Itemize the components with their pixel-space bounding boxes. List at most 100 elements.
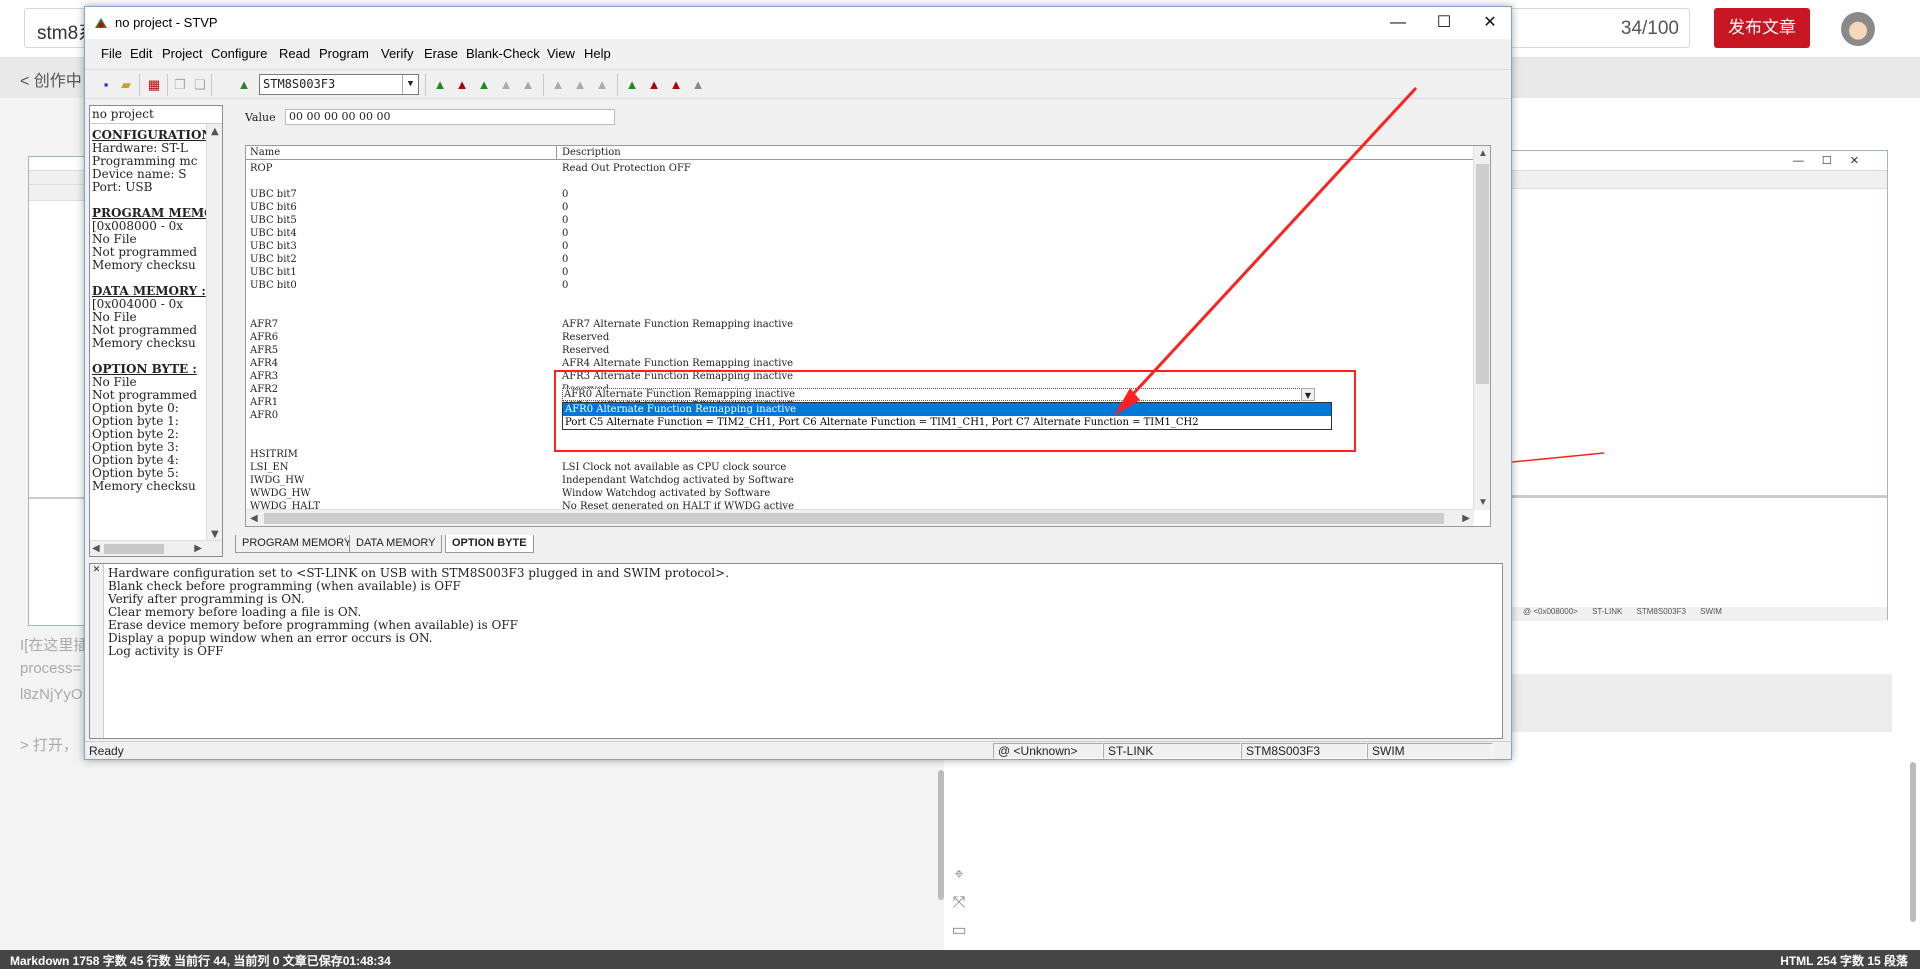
verify-all-icon[interactable]: ▲ bbox=[623, 76, 641, 94]
editor-status-left: Markdown 1758 字数 45 行数 当前行 44, 当前列 0 文章已… bbox=[10, 954, 391, 968]
grid-row[interactable] bbox=[246, 435, 1474, 448]
grid-row[interactable]: UBC bit0 0 bbox=[246, 279, 1474, 292]
grid-cell-description: AFR7 Alternate Function Remapping inacti… bbox=[562, 319, 794, 330]
grid-row[interactable]: AFR6 Reserved bbox=[246, 331, 1474, 344]
menu-erase[interactable]: Erase bbox=[424, 46, 458, 61]
grid-cell-name: UBC bit3 bbox=[250, 241, 297, 252]
copy-icon[interactable]: ❐ bbox=[171, 76, 189, 94]
menu-configure[interactable]: Configure bbox=[211, 46, 267, 61]
value-field[interactable]: 00 00 00 00 00 00 bbox=[285, 109, 615, 125]
scroll-left-icon[interactable]: ◀ bbox=[250, 513, 258, 524]
grid-row[interactable]: UBC bit1 0 bbox=[246, 266, 1474, 279]
menu-project[interactable]: Project bbox=[162, 46, 202, 61]
dropdown-option-inactive[interactable]: AFR0 Alternate Function Remapping inacti… bbox=[563, 403, 1331, 416]
expand-icon[interactable]: ⤧ bbox=[950, 894, 968, 912]
grid-row[interactable]: AFR5 Reserved bbox=[246, 344, 1474, 357]
grid-row[interactable]: UBC bit4 0 bbox=[246, 227, 1474, 240]
scroll-thumb[interactable] bbox=[1476, 164, 1489, 384]
verify-icon[interactable]: ▲ bbox=[667, 76, 685, 94]
column-header-name[interactable]: Name bbox=[250, 147, 280, 158]
menu-verify[interactable]: Verify bbox=[381, 46, 414, 61]
minimize-button[interactable]: — bbox=[1375, 7, 1421, 39]
scroll-thumb[interactable] bbox=[104, 544, 164, 554]
panel-icon[interactable]: ▭ bbox=[950, 922, 968, 940]
scroll-up-icon[interactable]: ▲ bbox=[1478, 148, 1488, 159]
tab-program-memory[interactable]: PROGRAM MEMORY bbox=[235, 535, 359, 553]
close-button[interactable]: ✕ bbox=[1467, 7, 1513, 39]
menu-read[interactable]: Read bbox=[279, 46, 310, 61]
erase-icon[interactable]: ▲ bbox=[689, 76, 707, 94]
open-icon[interactable]: ▰ bbox=[117, 76, 135, 94]
menu-blank-check[interactable]: Blank-Check bbox=[466, 46, 540, 61]
grid-vertical-scrollbar[interactable]: ▲ ▼ bbox=[1473, 146, 1490, 510]
window-titlebar[interactable]: no project - STVP — ☐ ✕ bbox=[85, 7, 1511, 39]
scroll-down-icon[interactable]: ▼ bbox=[211, 529, 219, 540]
grid-row[interactable]: IWDG_HW Independant Watchdog activated by… bbox=[246, 474, 1474, 487]
menu-view[interactable]: View bbox=[547, 46, 575, 61]
menu-file[interactable]: File bbox=[101, 46, 122, 61]
grid-row[interactable]: ROP Read Out Protection OFF bbox=[246, 162, 1474, 175]
grid-row[interactable] bbox=[246, 292, 1474, 305]
close-icon[interactable]: ✕ bbox=[90, 564, 103, 575]
editor-scrollbar[interactable] bbox=[938, 770, 944, 900]
chevron-down-icon[interactable]: ▼ bbox=[402, 75, 418, 94]
chip-icon[interactable]: ▦ bbox=[145, 76, 163, 94]
maximize-button[interactable]: ☐ bbox=[1421, 7, 1467, 39]
grid-row[interactable]: UBC bit6 0 bbox=[246, 201, 1474, 214]
grid-horizontal-scrollbar[interactable]: ◀ ▶ bbox=[246, 509, 1474, 526]
dropdown-option-remap[interactable]: Port C5 Alternate Function = TIM2_CH1, P… bbox=[563, 416, 1331, 429]
grid-row[interactable]: UBC bit5 0 bbox=[246, 214, 1474, 227]
scroll-right-icon[interactable]: ▶ bbox=[1462, 513, 1470, 524]
grid-row[interactable]: AFR7 AFR7 Alternate Function Remapping in… bbox=[246, 318, 1474, 331]
tab-option-byte[interactable]: OPTION BYTE bbox=[445, 535, 534, 553]
menu-program[interactable]: Program bbox=[319, 46, 369, 61]
read-disabled-icon[interactable]: ▲ bbox=[497, 76, 515, 94]
read-disabled-icon[interactable]: ▲ bbox=[519, 76, 537, 94]
tab-data-memory[interactable]: DATA MEMORY bbox=[349, 535, 443, 553]
back-link[interactable]: < 创作中 bbox=[20, 67, 82, 91]
project-tree-pane[interactable]: no project CONFIGURATION Hardware: ST-L … bbox=[89, 105, 223, 557]
column-divider[interactable] bbox=[556, 146, 557, 160]
grid-row[interactable]: HSITRIM bbox=[246, 448, 1474, 461]
grid-row[interactable]: UBC bit7 0 bbox=[246, 188, 1474, 201]
device-select[interactable]: STM8S003F3 ▼ bbox=[259, 74, 419, 95]
scroll-right-icon[interactable]: ▶ bbox=[194, 543, 202, 554]
tree-option-byte-heading[interactable]: OPTION BYTE : bbox=[92, 362, 197, 376]
grid-row[interactable]: LSI_EN LSI Clock not available as CPU clo… bbox=[246, 461, 1474, 474]
program-disabled-icon[interactable]: ▲ bbox=[593, 76, 611, 94]
log-pane[interactable]: ✕ Hardware configuration set to <ST-LINK… bbox=[89, 563, 1503, 739]
scroll-up-icon[interactable]: ▲ bbox=[211, 126, 219, 137]
column-header-description[interactable]: Description bbox=[562, 147, 621, 158]
verify-current-icon[interactable]: ▲ bbox=[645, 76, 663, 94]
grid-row[interactable] bbox=[246, 305, 1474, 318]
preview-scrollbar[interactable] bbox=[1910, 762, 1916, 922]
scroll-left-icon[interactable]: ◀ bbox=[92, 543, 100, 554]
target-icon[interactable]: ⌖ bbox=[950, 866, 968, 884]
menu-help[interactable]: Help bbox=[584, 46, 611, 61]
save-icon[interactable]: ▪ bbox=[97, 76, 115, 94]
scroll-down-icon[interactable]: ▼ bbox=[1478, 497, 1488, 508]
grid-row[interactable]: EXTCLK External Crystal connected to OSCI… bbox=[246, 526, 1474, 527]
publish-button[interactable]: 发布文章 bbox=[1714, 8, 1810, 48]
user-avatar[interactable] bbox=[1841, 12, 1875, 46]
program-disabled-icon[interactable]: ▲ bbox=[549, 76, 567, 94]
grid-row[interactable] bbox=[246, 175, 1474, 188]
menu-edit[interactable]: Edit bbox=[130, 46, 152, 61]
afr0-combobox[interactable]: AFR0 Alternate Function Remapping inacti… bbox=[562, 388, 1315, 401]
grid-row[interactable]: WWDG_HW Window Watchdog activated by Soft… bbox=[246, 487, 1474, 500]
read-current-icon[interactable]: ▲ bbox=[453, 76, 471, 94]
grid-row[interactable]: AFR4 AFR4 Alternate Function Remapping in… bbox=[246, 357, 1474, 370]
tree-program-memory-heading[interactable]: PROGRAM MEMOR bbox=[92, 206, 222, 220]
grid-row[interactable]: UBC bit3 0 bbox=[246, 240, 1474, 253]
grid-row[interactable]: UBC bit2 0 bbox=[246, 253, 1474, 266]
tree-data-memory-heading[interactable]: DATA MEMORY : bbox=[92, 284, 206, 298]
read-icon[interactable]: ▲ bbox=[475, 76, 493, 94]
tree-horizontal-scrollbar[interactable]: ◀ ▶ bbox=[90, 540, 222, 556]
read-all-icon[interactable]: ▲ bbox=[431, 76, 449, 94]
tree-vertical-scrollbar[interactable]: ▲ ▼ bbox=[206, 124, 222, 542]
program-disabled-icon[interactable]: ▲ bbox=[571, 76, 589, 94]
chevron-down-icon[interactable]: ▼ bbox=[1301, 388, 1315, 401]
paste-icon[interactable]: ❑ bbox=[191, 76, 209, 94]
grid-row[interactable]: AFR3 AFR3 Alternate Function Remapping in… bbox=[246, 370, 1474, 383]
scroll-thumb[interactable] bbox=[264, 513, 1444, 524]
